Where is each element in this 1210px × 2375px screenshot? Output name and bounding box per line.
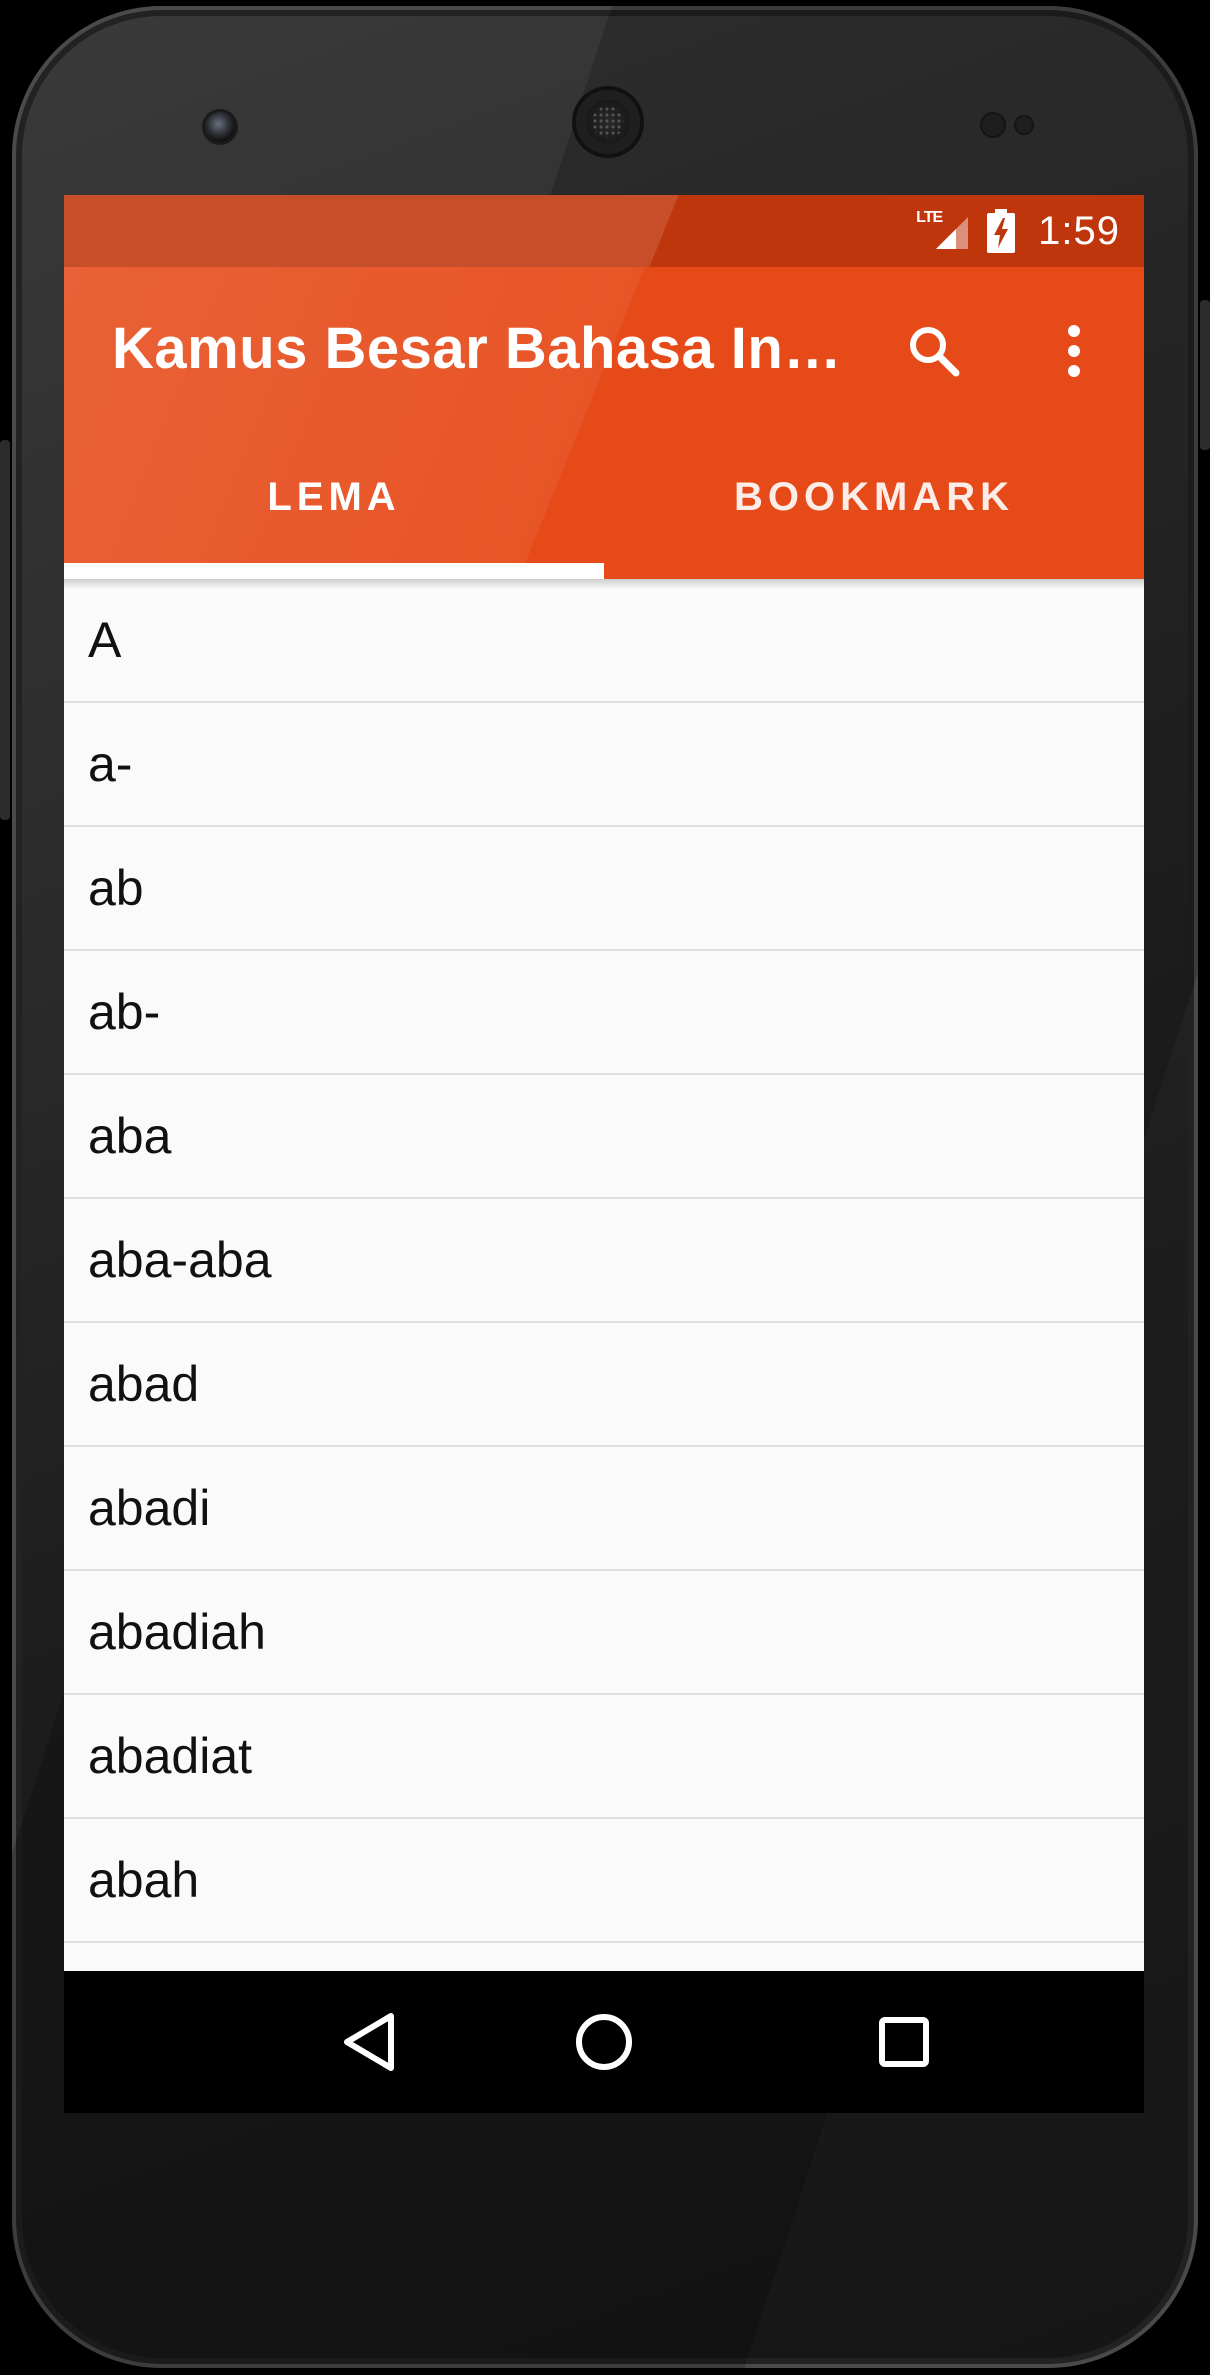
lte-signal-icon: LTE xyxy=(916,209,970,253)
tab-bookmark-label: BOOKMARK xyxy=(734,474,1014,519)
list-item-label: a- xyxy=(88,736,133,792)
list-item[interactable]: ab- xyxy=(64,951,1144,1075)
word-list[interactable]: A a- ab ab- aba aba-aba abad abadi abadi… xyxy=(64,579,1144,1971)
app-title: Kamus Besar Bahasa Ind… xyxy=(112,316,852,381)
status-bar: LTE 1:59 xyxy=(64,195,1144,267)
home-icon[interactable] xyxy=(554,1992,654,2092)
list-item-label: abad xyxy=(88,1356,200,1412)
side-button-right xyxy=(1200,300,1210,450)
side-button-left xyxy=(0,440,10,820)
tab-lema[interactable]: LEMA xyxy=(64,415,604,579)
list-item-label: A xyxy=(88,612,122,668)
list-item-label: abah xyxy=(88,1852,200,1908)
list-item[interactable]: abadiah xyxy=(64,1571,1144,1695)
tab-bookmark[interactable]: BOOKMARK xyxy=(604,415,1144,579)
recents-icon[interactable] xyxy=(854,1992,954,2092)
status-time: 1:59 xyxy=(1038,208,1120,253)
list-item[interactable]: abadi xyxy=(64,1447,1144,1571)
more-vert-icon[interactable] xyxy=(1034,311,1114,391)
list-item[interactable]: abah xyxy=(64,1819,1144,1943)
screen: LTE 1:59 Kamus Besar Bahasa Ind… LEMA BO… xyxy=(64,195,1144,2113)
list-item[interactable] xyxy=(64,1943,1144,1971)
list-item-label: abadiat xyxy=(88,1728,253,1784)
list-item[interactable]: aba xyxy=(64,1075,1144,1199)
list-item-label: aba xyxy=(88,1108,172,1164)
list-item[interactable]: A xyxy=(64,579,1144,703)
back-icon[interactable] xyxy=(319,1992,419,2092)
list-item[interactable]: abad xyxy=(64,1323,1144,1447)
tab-bar: LEMA BOOKMARK xyxy=(64,415,1144,579)
proximity-sensor xyxy=(982,114,1004,136)
earpiece-speaker xyxy=(576,90,640,154)
list-item[interactable]: ab xyxy=(64,827,1144,951)
list-item-label: aba-aba xyxy=(88,1232,272,1288)
list-item[interactable]: aba-aba xyxy=(64,1199,1144,1323)
list-item-label: ab- xyxy=(88,984,161,1040)
tab-lema-label: LEMA xyxy=(267,474,401,519)
navigation-bar xyxy=(64,1971,1144,2113)
list-item-label: abadi xyxy=(88,1480,211,1536)
list-item-label: ab xyxy=(88,860,144,916)
battery-charging-icon xyxy=(986,209,1016,253)
front-camera xyxy=(205,112,235,142)
tab-indicator xyxy=(64,563,604,579)
list-item[interactable]: a- xyxy=(64,703,1144,827)
search-icon[interactable] xyxy=(894,311,974,391)
list-item[interactable]: abadiat xyxy=(64,1695,1144,1819)
app-bar: Kamus Besar Bahasa Ind… LEMA BOOKMARK xyxy=(64,267,1144,579)
light-sensor xyxy=(1016,117,1032,133)
list-item-label: abadiah xyxy=(88,1604,266,1660)
